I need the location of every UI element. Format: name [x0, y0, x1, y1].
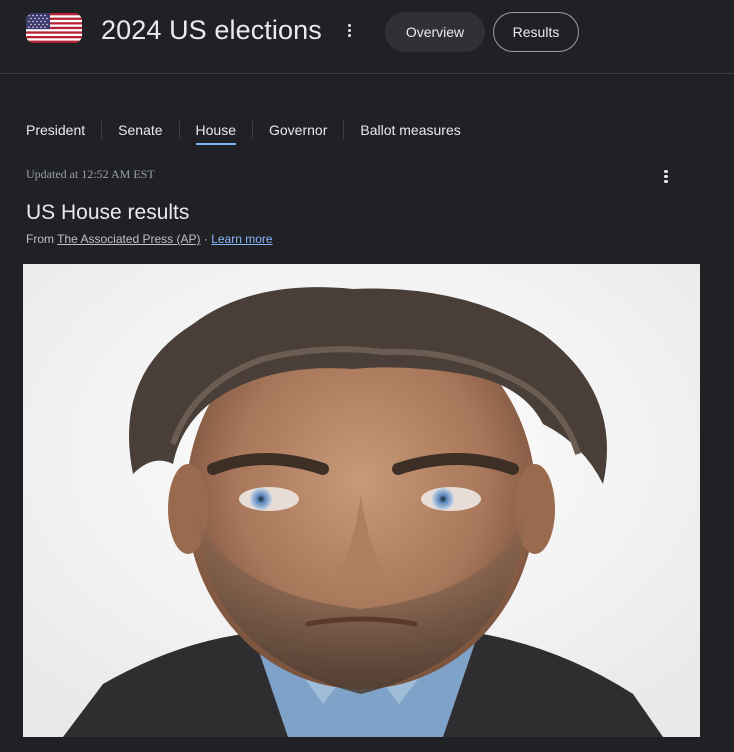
race-tabs: President Senate House Governor Ballot m…	[26, 119, 461, 145]
tab-governor[interactable]: Governor	[269, 119, 327, 145]
source-link[interactable]: The Associated Press (AP)	[57, 232, 200, 246]
source-prefix: From	[26, 232, 54, 246]
tab-divider	[101, 121, 103, 139]
tab-president[interactable]: President	[26, 119, 85, 145]
updated-timestamp: Updated at 12:52 AM EST	[26, 167, 155, 181]
section-title: US House results	[26, 201, 190, 224]
overview-button[interactable]: Overview	[385, 12, 485, 52]
tab-divider	[343, 121, 345, 139]
us-flag-icon	[26, 13, 82, 43]
more-options-icon[interactable]	[660, 168, 672, 186]
app-header: 2024 US elections Overview Results	[0, 0, 734, 74]
page-title: 2024 US elections	[101, 15, 322, 45]
source-separator: ·	[203, 232, 208, 246]
tab-divider	[178, 121, 180, 139]
tab-divider	[252, 121, 253, 139]
tab-ballot-measures[interactable]: Ballot measures	[360, 119, 460, 145]
learn-more-link[interactable]: Learn more	[211, 232, 272, 246]
tab-house[interactable]: House	[195, 119, 237, 145]
portrait-image	[23, 264, 700, 737]
tab-senate[interactable]: Senate	[118, 119, 162, 145]
source-line: From The Associated Press (AP) · Learn m…	[26, 232, 273, 246]
results-button[interactable]: Results	[493, 12, 579, 52]
more-vert-icon[interactable]	[342, 22, 356, 42]
